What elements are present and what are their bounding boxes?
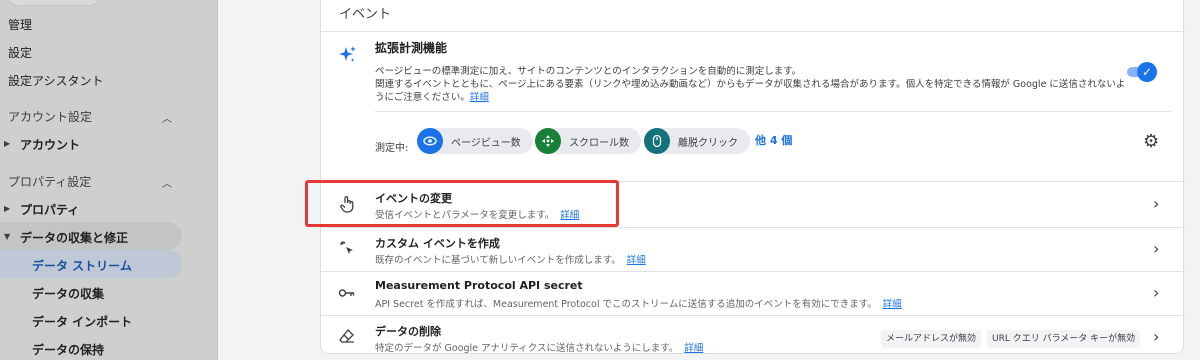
learn-more-link[interactable]: 詳細 bbox=[627, 255, 646, 266]
eraser-icon bbox=[337, 328, 357, 348]
chevron-right-icon[interactable]: › bbox=[1153, 327, 1159, 346]
sidebar-item-data-retention[interactable]: データの保持 bbox=[32, 341, 104, 358]
chevron-right-icon[interactable]: › bbox=[1153, 283, 1159, 302]
sidebar-item-account[interactable]: アカウント bbox=[20, 136, 80, 153]
row-description-text: 既存のイベントに基づいて新しいイベントを作成します。 bbox=[375, 255, 621, 266]
sidebar-item-data-collection-sub[interactable]: データの収集 bbox=[32, 285, 104, 302]
divider bbox=[375, 111, 1171, 112]
touch-icon bbox=[337, 195, 357, 217]
row-title: カスタム イベントを作成 bbox=[375, 237, 500, 250]
sidebar-section-account-settings[interactable]: アカウント設定 bbox=[8, 108, 92, 125]
url-query-disabled-tag: URL クエリ パラメータ キーが無効 bbox=[987, 330, 1141, 348]
email-disabled-tag: メールアドレスが無効 bbox=[881, 330, 982, 348]
check-icon: ✓ bbox=[1137, 62, 1157, 82]
chip-page-views[interactable]: ページビュー数 bbox=[417, 128, 533, 154]
caret-down-icon: ▼ bbox=[4, 232, 11, 241]
eye-icon bbox=[417, 128, 443, 154]
measuring-label: 測定中: bbox=[375, 143, 409, 154]
chip-label: 離脱クリック bbox=[678, 137, 738, 149]
sidebar-item-data-import[interactable]: データ インポート bbox=[32, 313, 132, 330]
sidebar: 管理 設定 設定アシスタント アカウント設定 ︿ ▶ アカウント プロパティ設定… bbox=[0, 0, 218, 360]
sparkle-icon bbox=[339, 46, 356, 62]
learn-more-link[interactable]: 詳細 bbox=[684, 343, 703, 354]
sidebar-item-admin[interactable]: 管理 bbox=[8, 16, 32, 33]
row-create-custom-event[interactable]: カスタム イベントを作成 既存のイベントに基づいて新しいイベントを作成します。詳… bbox=[321, 228, 1185, 272]
sidebar-item-data-streams[interactable]: データ ストリーム bbox=[32, 257, 132, 274]
divider bbox=[321, 31, 1185, 32]
chevron-right-icon[interactable]: › bbox=[1153, 194, 1159, 213]
chip-scrolls[interactable]: スクロール数 bbox=[535, 128, 641, 154]
sparkle-cursor-icon bbox=[337, 240, 357, 260]
crosshair-icon bbox=[535, 128, 561, 154]
row-description-text: 特定のデータが Google アナリティクスに送信されないようにします。 bbox=[375, 343, 679, 354]
learn-more-link[interactable]: 詳細 bbox=[883, 299, 902, 310]
row-title: イベントの変更 bbox=[375, 192, 452, 205]
row-data-redaction[interactable]: データの削除 特定のデータが Google アナリティクスに送信されないようにし… bbox=[321, 316, 1185, 360]
row-modify-events[interactable]: イベントの変更 受信イベントとパラメータを変更します。 詳細 › bbox=[321, 183, 1185, 227]
section-title: イベント bbox=[339, 7, 392, 22]
divider bbox=[321, 181, 1185, 182]
sidebar-item-data-collection[interactable]: データの収集と修正 bbox=[20, 229, 128, 246]
key-icon bbox=[337, 284, 357, 303]
row-title: Measurement Protocol API secret bbox=[375, 279, 583, 292]
chip-outbound-clicks[interactable]: 離脱クリック bbox=[644, 128, 750, 154]
row-description: 受信イベントとパラメータを変更します。 詳細 bbox=[375, 207, 579, 221]
chevron-up-icon[interactable]: ︿ bbox=[162, 175, 172, 190]
row-description: API Secret を作成すれば、Measurement Protocol で… bbox=[375, 296, 902, 310]
events-card: イベント 拡張計測機能 ページビューの標準測定に加え、サイトのコンテンツとのイン… bbox=[320, 0, 1185, 354]
sidebar-section-property-settings[interactable]: プロパティ設定 bbox=[8, 173, 91, 190]
enhanced-measurement-toggle[interactable]: ✓ bbox=[1125, 62, 1157, 82]
gear-icon[interactable]: ⚙ bbox=[1143, 131, 1159, 152]
enhanced-measurement-description: ページビューの標準測定に加え、サイトのコンテンツとのインタラクションを自動的に測… bbox=[375, 65, 1135, 104]
sidebar-item-settings[interactable]: 設定 bbox=[8, 44, 32, 61]
row-description: 特定のデータが Google アナリティクスに送信されないようにします。 詳細 bbox=[375, 340, 703, 354]
more-link[interactable]: 他 4 個 bbox=[755, 132, 792, 148]
chip-label: スクロール数 bbox=[569, 137, 629, 149]
row-description-text: 受信イベントとパラメータを変更します。 bbox=[375, 210, 555, 221]
chevron-right-icon[interactable]: › bbox=[1153, 239, 1159, 258]
sidebar-item-property[interactable]: プロパティ bbox=[20, 201, 79, 218]
learn-more-link[interactable]: 詳細 bbox=[560, 210, 579, 221]
description-line: うにご注意ください。 bbox=[375, 92, 470, 103]
row-title: データの削除 bbox=[375, 325, 441, 338]
row-description-text: API Secret を作成すれば、Measurement Protocol で… bbox=[375, 299, 877, 310]
learn-more-link[interactable]: 詳細 bbox=[470, 92, 489, 103]
row-description: 既存のイベントに基づいて新しいイベントを作成します。 詳細 bbox=[375, 252, 646, 266]
row-measurement-protocol[interactable]: Measurement Protocol API secret API Secr… bbox=[321, 272, 1185, 316]
enhanced-measurement-title: 拡張計測機能 bbox=[375, 41, 448, 55]
description-line: ページビューの標準測定に加え、サイトのコンテンツとのインタラクションを自動的に測… bbox=[375, 66, 802, 77]
description-line: 関連するイベントとともに、ページ上にある要素（リンクや埋め込み動画など）からもデ… bbox=[375, 79, 1126, 90]
sidebar-item-setup-assistant[interactable]: 設定アシスタント bbox=[8, 72, 104, 89]
chip-label: ページビュー数 bbox=[451, 137, 521, 149]
mouse-icon bbox=[644, 128, 670, 154]
caret-right-icon: ▶ bbox=[4, 204, 11, 213]
caret-right-icon: ▶ bbox=[4, 139, 11, 148]
chevron-up-icon[interactable]: ︿ bbox=[162, 110, 172, 125]
sidebar-top-pill bbox=[8, 0, 100, 6]
